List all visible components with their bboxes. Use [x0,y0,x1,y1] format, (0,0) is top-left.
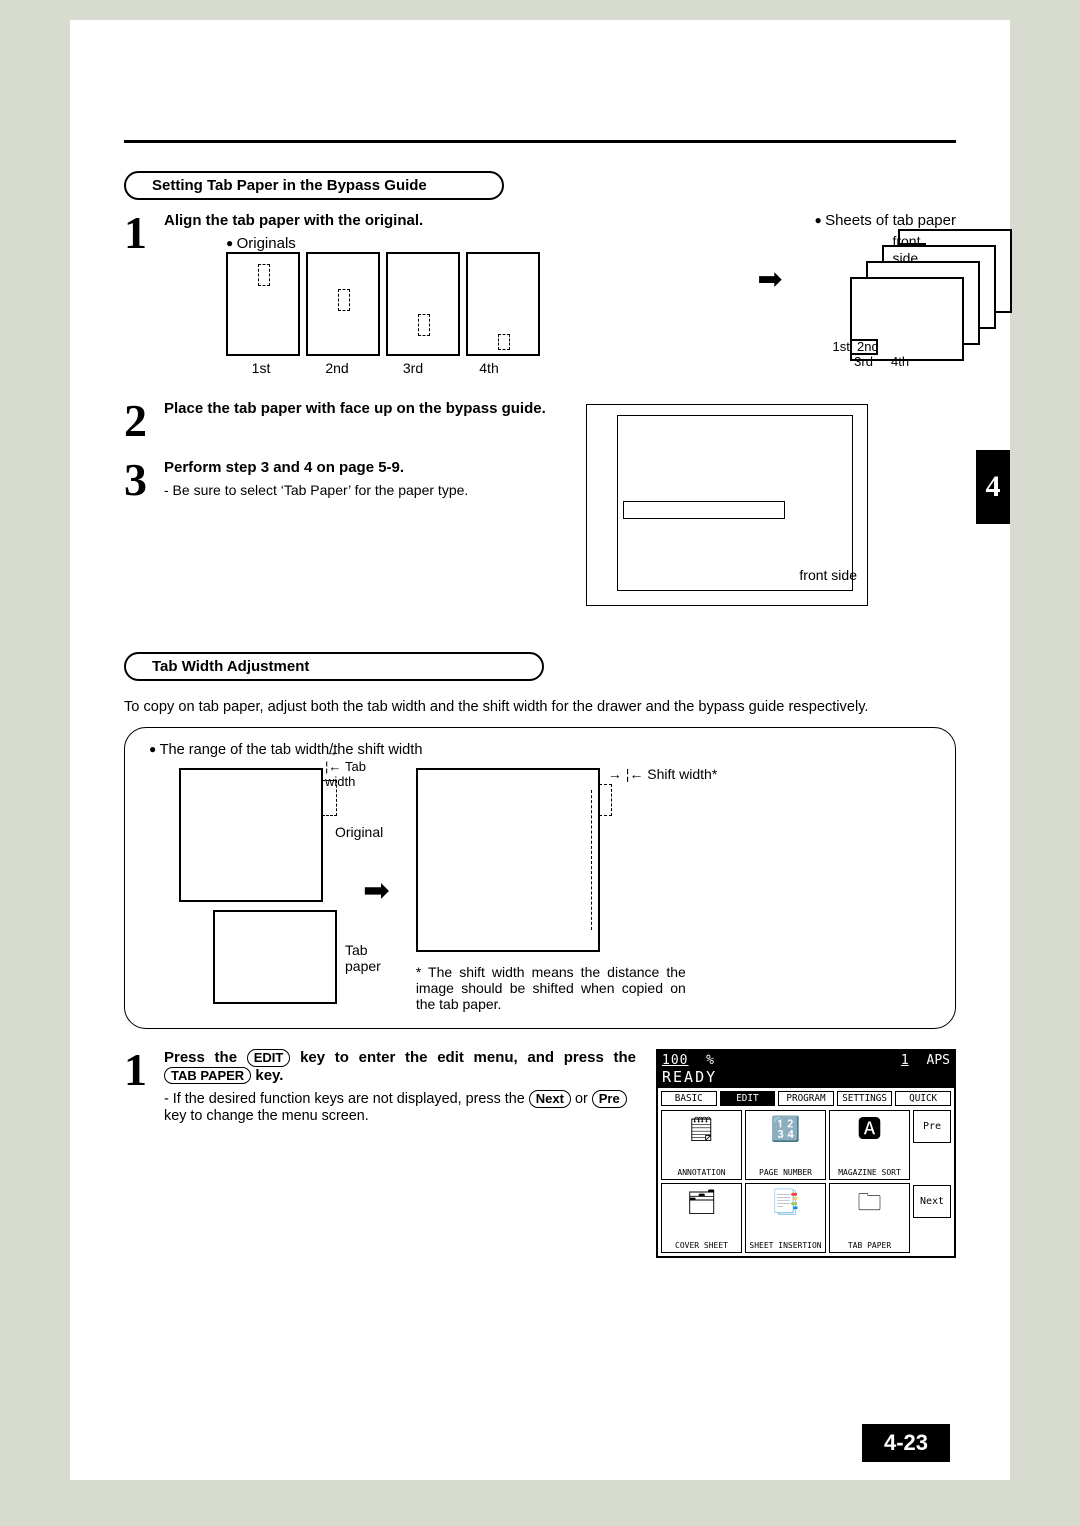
lcd-tab-quick[interactable]: QUICK [895,1091,951,1106]
edit-key: EDIT [247,1049,291,1067]
page-number: 4-23 [862,1424,950,1462]
step3-title: Perform step 3 and 4 on page 5-9. [164,459,554,476]
tab-paper-key: TAB PAPER [164,1067,251,1085]
lcd-btn-tab-paper[interactable]: 🗀TAB PAPER [829,1183,910,1253]
section-title-2: Tab Width Adjustment [124,652,544,681]
step-number: 1 [124,1049,164,1090]
lcd-btn-cover-sheet[interactable]: 🗂COVER SHEET [661,1183,742,1253]
step1-title: Align the tab paper with the original. [164,212,725,229]
lcd-btn-annotation[interactable]: 🗒ANNOTATION [661,1110,742,1180]
lcd-mode-tabs[interactable]: BASIC EDIT PROGRAM SETTINGS QUICK [661,1091,951,1106]
manual-page: 4 Setting Tab Paper in the Bypass Guide … [70,20,1010,1480]
arrow-icon: ➡ [363,871,390,909]
lcd-btn-page-number[interactable]: 🔢PAGE NUMBER [745,1110,826,1180]
originals-diagram [226,252,725,356]
shift-width-note: * The shift width means the distance the… [416,964,686,1012]
lcd-status: READY [658,1068,954,1088]
tabpaper-diagram [213,910,337,1004]
press-edit-note: - If the desired function keys are not d… [164,1090,636,1124]
section2-para: To copy on tab paper, adjust both the ta… [124,699,956,715]
sheets-label: Sheets of tab paper [814,212,956,229]
pre-key: Pre [592,1090,627,1108]
step-number: 3 [124,459,164,500]
originals-label: Originals [226,235,725,252]
shift-width-diagram [416,768,600,952]
photo-front-side-label: front side [799,567,857,583]
lcd-btn-next[interactable]: Next [913,1185,951,1218]
lcd-tab-program[interactable]: PROGRAM [778,1091,834,1106]
arrow-icon: ➡ [757,262,782,297]
next-key: Next [529,1090,571,1108]
width-explanation-panel: The range of the tab width/the shift wid… [124,727,956,1029]
lcd-btn-sheet-insertion[interactable]: 📑SHEET INSERTION [745,1183,826,1253]
lcd-tab-settings[interactable]: SETTINGS [837,1091,893,1106]
originals-order-labels: 1st 2nd 3rd 4th [226,360,725,376]
panel-heading: The range of the tab width/the shift wid… [149,742,931,758]
step-number: 2 [124,400,164,441]
step-number: 1 [124,212,164,253]
press-edit-instruction: Press the EDIT key to enter the edit men… [164,1049,636,1084]
bypass-guide-illustration: front side [586,404,868,606]
chapter-tab: 4 [976,450,1010,524]
lcd-tab-basic[interactable]: BASIC [661,1091,717,1106]
step2-title: Place the tab paper with face up on the … [164,400,554,417]
original-diagram [179,768,323,902]
lcd-screen: 100 % 1 APS READY BASIC EDIT PROGRAM SET… [656,1049,956,1258]
lcd-btn-magazine-sort[interactable]: 🅰MAGAZINE SORT [829,1110,910,1180]
section-title-1: Setting Tab Paper in the Bypass Guide [124,171,504,200]
step3-note: - Be sure to select ‘Tab Paper’ for the … [164,482,554,498]
lcd-tab-edit[interactable]: EDIT [720,1091,776,1106]
sheets-diagram: front side 1st 2nd 3rd 4th [838,229,956,359]
lcd-btn-pre[interactable]: Pre [913,1110,951,1143]
